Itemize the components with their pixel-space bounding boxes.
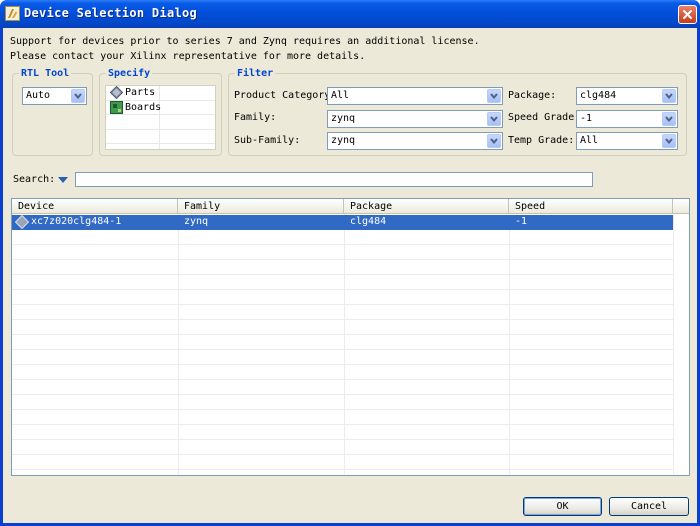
rtl-tool-group: RTL Tool Auto [12, 68, 93, 156]
chevron-down-icon[interactable] [487, 89, 501, 103]
column-header-speed[interactable]: Speed [509, 199, 673, 214]
specify-group: Specify Parts Boards [99, 68, 222, 156]
family-select[interactable]: zynq [327, 110, 503, 128]
filter-legend: Filter [235, 68, 276, 79]
ok-button[interactable]: OK [523, 497, 602, 516]
sub-family-label: Sub-Family: [234, 135, 301, 146]
cancel-button[interactable]: Cancel [609, 497, 689, 516]
search-options-icon[interactable] [57, 175, 69, 185]
license-message-line2: Please contact your Xilinx representativ… [10, 51, 366, 62]
speed-grade-select[interactable]: -1 [576, 110, 678, 128]
table-header: Device Family Package Speed [12, 199, 689, 214]
board-icon [110, 101, 123, 114]
chevron-down-icon[interactable] [662, 134, 676, 148]
speed-grade-value: -1 [580, 113, 593, 124]
column-header-family[interactable]: Family [178, 199, 344, 214]
specify-item-boards[interactable]: Boards [108, 101, 162, 114]
specify-item-label: Parts [125, 87, 156, 98]
product-category-label: Product Category: [234, 90, 337, 101]
device-selection-window: Device Selection Dialog Support for devi… [0, 0, 700, 526]
temp-grade-label: Temp Grade: [508, 135, 575, 146]
chevron-down-icon[interactable] [487, 134, 501, 148]
license-message-line1: Support for devices prior to series 7 an… [10, 36, 480, 47]
chevron-down-icon[interactable] [71, 89, 85, 103]
cell-device: xc7z020clg484-1 [31, 216, 122, 227]
search-label: Search: [13, 174, 56, 185]
product-category-value: All [331, 90, 350, 101]
close-icon [683, 10, 692, 19]
chip-icon [109, 85, 124, 100]
package-label: Package: [508, 90, 557, 101]
family-value: zynq [331, 113, 356, 124]
title-bar[interactable]: Device Selection Dialog [0, 0, 700, 28]
vivado-app-icon [5, 6, 20, 21]
column-header-package[interactable]: Package [344, 199, 509, 214]
package-select[interactable]: clg484 [576, 87, 678, 105]
sub-family-select[interactable]: zynq [327, 132, 503, 150]
specify-item-parts[interactable]: Parts [108, 85, 160, 100]
specify-list: Parts Boards [105, 85, 216, 150]
family-label: Family: [234, 112, 277, 123]
chevron-down-icon[interactable] [662, 112, 676, 126]
specify-legend: Specify [106, 68, 153, 79]
chevron-down-icon[interactable] [662, 89, 676, 103]
close-button[interactable] [678, 5, 697, 24]
window-title: Device Selection Dialog [24, 6, 198, 20]
cell-speed: -1 [515, 216, 528, 227]
device-table: Device Family Package Speed xc7z020clg48… [11, 198, 690, 476]
rtl-tool-select[interactable]: Auto [22, 87, 87, 105]
filter-group: Filter Product Category: All Family: zyn… [228, 68, 687, 156]
rtl-tool-legend: RTL Tool [19, 68, 72, 79]
search-input[interactable] [75, 172, 593, 187]
dialog-body: Support for devices prior to series 7 an… [3, 28, 697, 523]
package-value: clg484 [580, 90, 617, 101]
rtl-tool-value: Auto [26, 90, 51, 101]
temp-grade-value: All [580, 135, 599, 146]
device-part-icon [14, 214, 30, 232]
cell-family: zynq [184, 216, 209, 227]
sub-family-value: zynq [331, 135, 356, 146]
table-row[interactable]: xc7z020clg484-1 zynq clg484 -1 [12, 214, 673, 232]
cell-package: clg484 [350, 216, 387, 227]
product-category-select[interactable]: All [327, 87, 503, 105]
specify-item-label: Boards [125, 102, 162, 113]
chevron-down-icon[interactable] [487, 112, 501, 126]
column-header-device[interactable]: Device [12, 199, 178, 214]
temp-grade-select[interactable]: All [576, 132, 678, 150]
speed-grade-label: Speed Grade: [508, 112, 581, 123]
